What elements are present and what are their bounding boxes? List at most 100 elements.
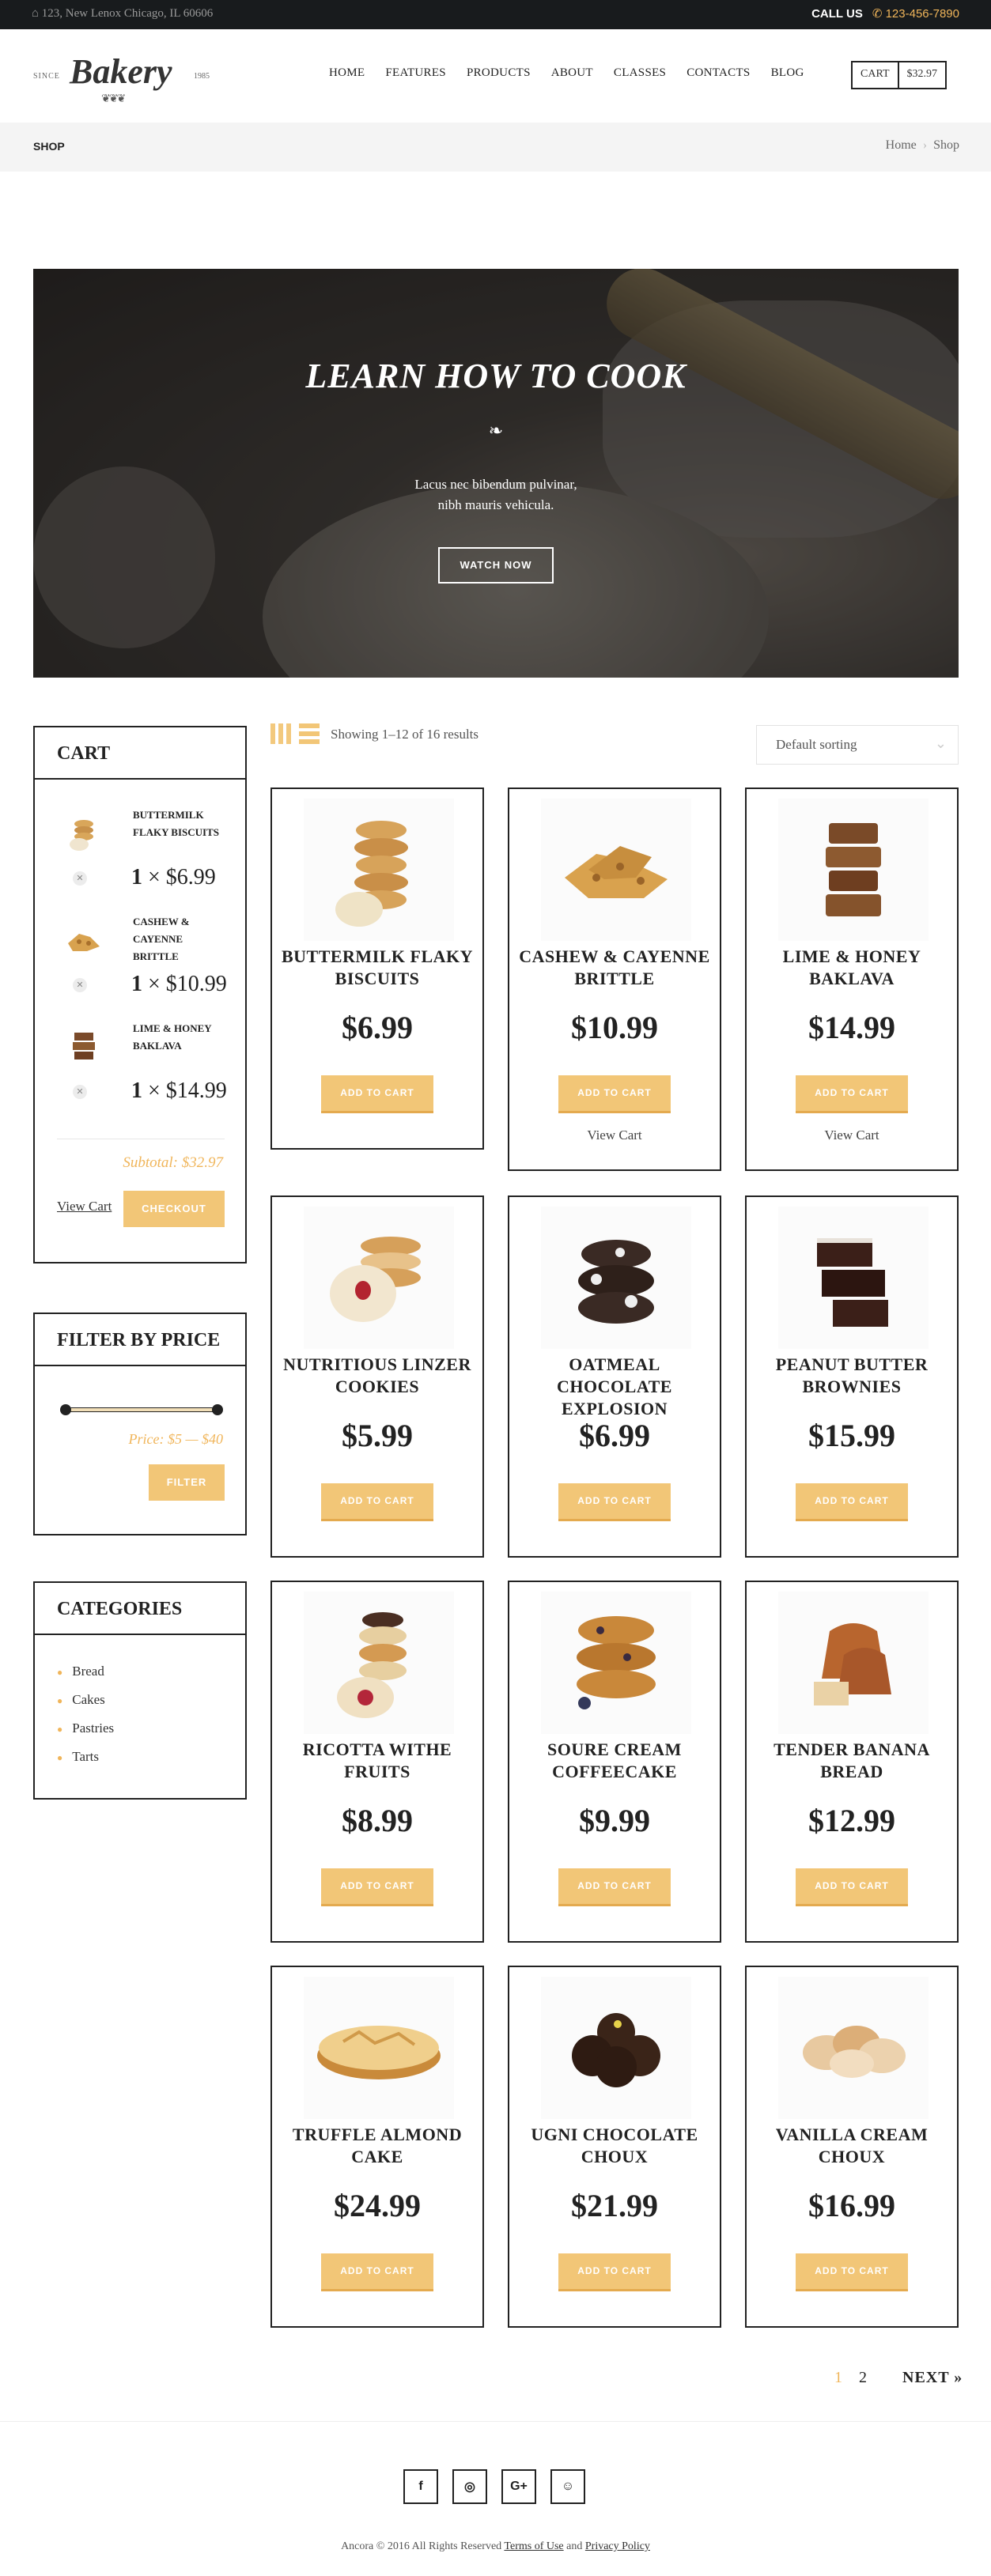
add-to-cart-button[interactable]: ADD TO CART xyxy=(558,1868,671,1906)
product-image[interactable] xyxy=(778,1592,929,1734)
instagram-icon[interactable]: ◎ xyxy=(452,2469,487,2504)
product-price: $9.99 xyxy=(579,1803,650,1838)
cart-widget-title: CART xyxy=(35,727,245,780)
google-plus-icon[interactable]: G+ xyxy=(501,2469,536,2504)
remove-icon[interactable]: ✕ xyxy=(73,871,87,886)
add-to-cart-button[interactable]: ADD TO CART xyxy=(321,2253,433,2291)
price-slider-max-handle[interactable] xyxy=(212,1404,223,1415)
category-item[interactable]: ● Tarts xyxy=(57,1743,223,1771)
product-image[interactable] xyxy=(541,1207,691,1349)
nav-blog[interactable]: BLOG xyxy=(771,66,804,80)
tripadvisor-icon[interactable]: ☺ xyxy=(550,2469,585,2504)
breadcrumb-current: Shop xyxy=(933,138,959,152)
product-price: $21.99 xyxy=(571,2188,658,2223)
view-cart-link[interactable]: View Cart xyxy=(509,1127,720,1143)
cart-item-thumbnail[interactable] xyxy=(63,1026,104,1067)
cart-item-name[interactable]: CASHEW & CAYENNE BRITTLE xyxy=(133,913,228,965)
facebook-icon[interactable]: f xyxy=(403,2469,438,2504)
view-cart-link[interactable]: View Cart xyxy=(57,1199,112,1214)
hero-title: LEARN HOW TO COOK xyxy=(305,357,687,395)
product-price: $12.99 xyxy=(808,1803,895,1838)
product-image[interactable] xyxy=(541,799,691,941)
checkout-button[interactable]: CHECKOUT xyxy=(123,1191,225,1227)
product-name[interactable]: UGNI CHOCOLATE CHOUX xyxy=(517,2124,712,2168)
privacy-link[interactable]: Privacy Policy xyxy=(585,2540,650,2552)
page-1-link[interactable]: 1 xyxy=(834,2369,842,2386)
product-card: CASHEW & CAYENNE BRITTLE $10.99 ADD TO C… xyxy=(508,788,721,1171)
sort-select[interactable]: Default sorting ⌄ xyxy=(756,725,959,765)
nav-products[interactable]: PRODUCTS xyxy=(467,66,531,80)
nav-contacts[interactable]: CONTACTS xyxy=(687,66,750,80)
cart-item-thumbnail[interactable] xyxy=(63,920,104,961)
breadcrumb-home[interactable]: Home xyxy=(886,138,917,152)
product-image[interactable] xyxy=(304,799,454,941)
product-image[interactable] xyxy=(778,1977,929,2119)
add-to-cart-button[interactable]: ADD TO CART xyxy=(796,1075,908,1113)
product-image[interactable] xyxy=(304,1207,454,1349)
cart-item: LIME & HONEY BAKLAVA ✕ 1 × $14.99 xyxy=(57,1020,239,1107)
remove-icon[interactable]: ✕ xyxy=(73,1085,87,1099)
header-cart-button[interactable]: CART $32.97 xyxy=(851,61,947,89)
phone-link[interactable]: ✆ 123-456-7890 xyxy=(872,7,959,21)
cart-item-thumbnail[interactable] xyxy=(63,813,104,854)
nav-about[interactable]: ABOUT xyxy=(551,66,593,80)
category-label: Pastries xyxy=(72,1720,115,1736)
breadcrumb-bar: SHOP Home › Shop xyxy=(0,123,991,172)
product-name[interactable]: OATMEAL CHOCOLATE EXPLOSION xyxy=(517,1354,712,1420)
add-to-cart-button[interactable]: ADD TO CART xyxy=(321,1075,433,1113)
product-price: $16.99 xyxy=(808,2188,895,2223)
grid-view-icon[interactable] xyxy=(270,723,291,744)
product-price: $10.99 xyxy=(571,1010,658,1045)
product-name[interactable]: TRUFFLE ALMOND CAKE xyxy=(280,2124,475,2168)
filter-button[interactable]: FILTER xyxy=(149,1464,225,1501)
next-page-link[interactable]: NEXT » xyxy=(902,2369,963,2386)
product-image[interactable] xyxy=(541,1592,691,1734)
price-slider-min-handle[interactable] xyxy=(60,1404,71,1415)
nav-features[interactable]: FEATURES xyxy=(385,66,446,80)
product-image[interactable] xyxy=(304,1977,454,2119)
product-image[interactable] xyxy=(778,1207,929,1349)
add-to-cart-button[interactable]: ADD TO CART xyxy=(796,2253,908,2291)
product-name[interactable]: VANILLA CREAM CHOUX xyxy=(755,2124,949,2168)
watch-now-button[interactable]: WATCH NOW xyxy=(438,547,554,584)
product-price: $5.99 xyxy=(342,1418,413,1453)
add-to-cart-button[interactable]: ADD TO CART xyxy=(558,2253,671,2291)
terms-link[interactable]: Terms of Use xyxy=(504,2540,563,2552)
cart-item-name[interactable]: BUTTERMILK FLAKY BISCUITS xyxy=(133,806,228,841)
add-to-cart-button[interactable]: ADD TO CART xyxy=(558,1483,671,1521)
hero-banner: LEARN HOW TO COOK ❧ Lacus nec bibendum p… xyxy=(33,269,959,678)
product-card: TRUFFLE ALMOND CAKE $24.99 ADD TO CART xyxy=(270,1966,484,2328)
add-to-cart-button[interactable]: ADD TO CART xyxy=(796,1483,908,1521)
category-item[interactable]: ● Pastries xyxy=(57,1714,223,1743)
product-price: $8.99 xyxy=(342,1803,413,1838)
add-to-cart-button[interactable]: ADD TO CART xyxy=(321,1868,433,1906)
remove-icon[interactable]: ✕ xyxy=(73,978,87,992)
category-item[interactable]: ● Bread xyxy=(57,1657,223,1686)
product-name[interactable]: BUTTERMILK FLAKY BISCUITS xyxy=(280,946,475,990)
product-name[interactable]: RICOTTA WITHE FRUITS xyxy=(280,1739,475,1783)
product-image[interactable] xyxy=(541,1977,691,2119)
list-view-icon[interactable] xyxy=(299,723,320,744)
add-to-cart-button[interactable]: ADD TO CART xyxy=(558,1075,671,1113)
product-name[interactable]: LIME & HONEY BAKLAVA xyxy=(755,946,949,990)
price-filter-widget: FILTER BY PRICE Price: $5 — $40 FILTER xyxy=(33,1313,247,1535)
nav-home[interactable]: HOME xyxy=(329,66,365,80)
add-to-cart-button[interactable]: ADD TO CART xyxy=(796,1868,908,1906)
product-name[interactable]: SOURE CREAM COFFEECAKE xyxy=(517,1739,712,1783)
product-name[interactable]: CASHEW & CAYENNE BRITTLE xyxy=(517,946,712,990)
header-cart-label: CART xyxy=(853,62,899,88)
product-image[interactable] xyxy=(778,799,929,941)
logo[interactable]: SINCE Bakery 1985 ❦❦❦ xyxy=(32,45,221,105)
category-item[interactable]: ● Cakes xyxy=(57,1686,223,1714)
nav-classes[interactable]: CLASSES xyxy=(614,66,666,80)
add-to-cart-button[interactable]: ADD TO CART xyxy=(321,1483,433,1521)
price-slider[interactable] xyxy=(60,1404,223,1415)
cart-item: BUTTERMILK FLAKY BISCUITS ✕ 1 × $6.99 xyxy=(57,806,239,893)
cart-item-name[interactable]: LIME & HONEY BAKLAVA xyxy=(133,1020,228,1055)
product-image[interactable] xyxy=(304,1592,454,1734)
view-cart-link[interactable]: View Cart xyxy=(747,1127,957,1143)
product-name[interactable]: PEANUT BUTTER BROWNIES xyxy=(755,1354,949,1398)
page-2-link[interactable]: 2 xyxy=(859,2369,867,2386)
product-name[interactable]: NUTRITIOUS LINZER COOKIES xyxy=(280,1354,475,1398)
product-name[interactable]: TENDER BANANA BREAD xyxy=(755,1739,949,1783)
